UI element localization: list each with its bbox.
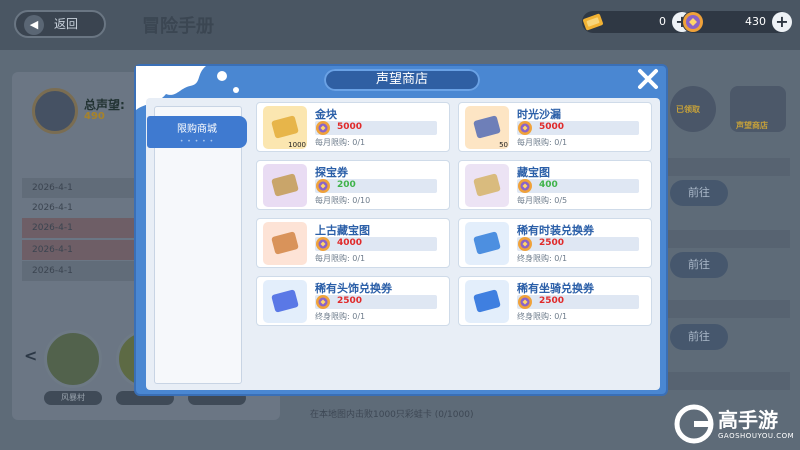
task-column: 前往 前往 前往 xyxy=(668,150,790,420)
location-icon[interactable] xyxy=(44,330,102,388)
page-title: 冒险手册 xyxy=(142,16,214,37)
reputation-coin-icon xyxy=(316,121,330,135)
go-button[interactable]: 前往 xyxy=(670,180,728,206)
price-bar: 2500 xyxy=(517,295,639,309)
shop-item-card[interactable]: 50 时光沙漏 5000 每月限购: 0/1 xyxy=(458,102,652,152)
avatar xyxy=(32,88,78,134)
back-label: 返回 xyxy=(54,17,79,31)
reputation-value: 490 xyxy=(84,111,105,122)
prev-arrow-icon[interactable]: < xyxy=(24,346,37,365)
shop-item-card[interactable]: 稀有时装兑换券 2500 终身限购: 0/1 xyxy=(458,218,652,268)
shop-item-card[interactable]: 稀有坐骑兑换券 2500 终身限购: 0/1 xyxy=(458,276,652,326)
purchase-limit: 终身限购: 0/1 xyxy=(315,312,366,321)
badge-reputation-shop[interactable]: 声望商店 xyxy=(730,86,786,132)
reputation-coin-icon xyxy=(316,295,330,309)
price-bar: 200 xyxy=(315,179,437,193)
purchase-limit: 终身限购: 0/1 xyxy=(517,312,568,321)
currency-value: 430 xyxy=(745,15,766,28)
ancient-map-icon xyxy=(263,222,307,265)
back-arrow-icon: ◀ xyxy=(24,15,44,35)
item-quantity: 1000 xyxy=(288,141,306,149)
reputation-coin-icon xyxy=(316,237,330,251)
shop-item-card[interactable]: 稀有头饰兑换券 2500 终身限购: 0/1 xyxy=(256,276,450,326)
purchase-limit: 每月限购: 0/1 xyxy=(517,138,568,147)
watermark: 高手游 GAOSHOUYOU.COM xyxy=(674,402,796,446)
dialog-body: 限购商城 • • • • • 1000 金块 5000 每月限购: 0/1 50 时光沙漏… xyxy=(146,98,660,390)
price-bar: 2500 xyxy=(315,295,437,309)
purchase-limit: 每月限购: 0/1 xyxy=(315,138,366,147)
location-label: 风暴村 xyxy=(44,391,102,405)
purchase-limit: 每月限购: 0/10 xyxy=(315,196,371,205)
task-description: 在本地图内击败1000只彩蛙卡 (0/1000) xyxy=(310,410,474,420)
item-price: 5000 xyxy=(539,122,565,132)
currency-reputation: 430 + xyxy=(682,11,792,33)
reputation-coin-icon xyxy=(518,121,532,135)
mount-coupon-icon xyxy=(465,280,509,323)
reputation-coin-icon xyxy=(683,12,703,32)
treasure-map-icon xyxy=(465,164,509,207)
reputation-coin-icon xyxy=(518,179,532,193)
treasure-ticket-icon xyxy=(263,164,307,207)
reputation-coin-icon xyxy=(316,179,330,193)
price-bar: 400 xyxy=(517,179,639,193)
back-button[interactable]: ◀ 返回 xyxy=(14,10,106,38)
currency-value: 0 xyxy=(659,15,666,28)
go-button[interactable]: 前往 xyxy=(670,252,728,278)
item-price: 2500 xyxy=(337,296,363,306)
item-price: 2500 xyxy=(539,296,565,306)
hourglass-icon: 50 xyxy=(465,106,509,149)
gold-ticket-icon xyxy=(583,13,603,31)
item-price: 5000 xyxy=(337,122,363,132)
dialog-title: 声望商店 xyxy=(324,69,480,91)
item-price: 4000 xyxy=(337,238,363,248)
tab-label: 限购商城 xyxy=(177,124,217,135)
price-bar: 4000 xyxy=(315,237,437,251)
gold-bar-icon: 1000 xyxy=(263,106,307,149)
shop-item-card[interactable]: 上古藏宝图 4000 每月限购: 0/1 xyxy=(256,218,450,268)
watermark-brand: 高手游 xyxy=(718,408,778,432)
item-price: 400 xyxy=(539,180,558,190)
headwear-coupon-icon xyxy=(263,280,307,323)
item-quantity: 50 xyxy=(499,141,508,149)
close-icon[interactable] xyxy=(636,67,660,91)
tab-limited-shop[interactable]: 限购商城 • • • • • xyxy=(147,116,247,148)
reputation-coin-icon xyxy=(518,295,532,309)
shop-item-card[interactable]: 1000 金块 5000 每月限购: 0/1 xyxy=(256,102,450,152)
badge-claimed[interactable]: 已领取 xyxy=(670,86,716,132)
reputation-coin-icon xyxy=(518,237,532,251)
item-list: 1000 金块 5000 每月限购: 0/1 50 时光沙漏 5000 每月限购: 0/1 探宝… xyxy=(256,102,656,386)
purchase-limit: 每月限购: 0/1 xyxy=(315,254,366,263)
price-bar: 5000 xyxy=(315,121,437,135)
tab-dots: • • • • • xyxy=(179,138,215,145)
price-bar: 2500 xyxy=(517,237,639,251)
item-price: 2500 xyxy=(539,238,565,248)
go-button[interactable]: 前往 xyxy=(670,324,728,350)
watermark-url: GAOSHOUYOU.COM xyxy=(718,432,795,440)
purchase-limit: 终身限购: 0/1 xyxy=(517,254,568,263)
item-price: 200 xyxy=(337,180,356,190)
price-bar: 5000 xyxy=(517,121,639,135)
shop-item-card[interactable]: 探宝券 200 每月限购: 0/10 xyxy=(256,160,450,210)
currency-gold-ticket: 0 + xyxy=(582,11,692,33)
costume-coupon-icon xyxy=(465,222,509,265)
watermark-logo-icon xyxy=(674,404,714,444)
reputation-shop-dialog: 声望商店 限购商城 • • • • • 1000 金块 5000 每月限购: 0/1 5… xyxy=(134,64,668,396)
shop-item-card[interactable]: 藏宝图 400 每月限购: 0/5 xyxy=(458,160,652,210)
purchase-limit: 每月限购: 0/5 xyxy=(517,196,568,205)
add-reputation-button[interactable]: + xyxy=(772,12,792,32)
